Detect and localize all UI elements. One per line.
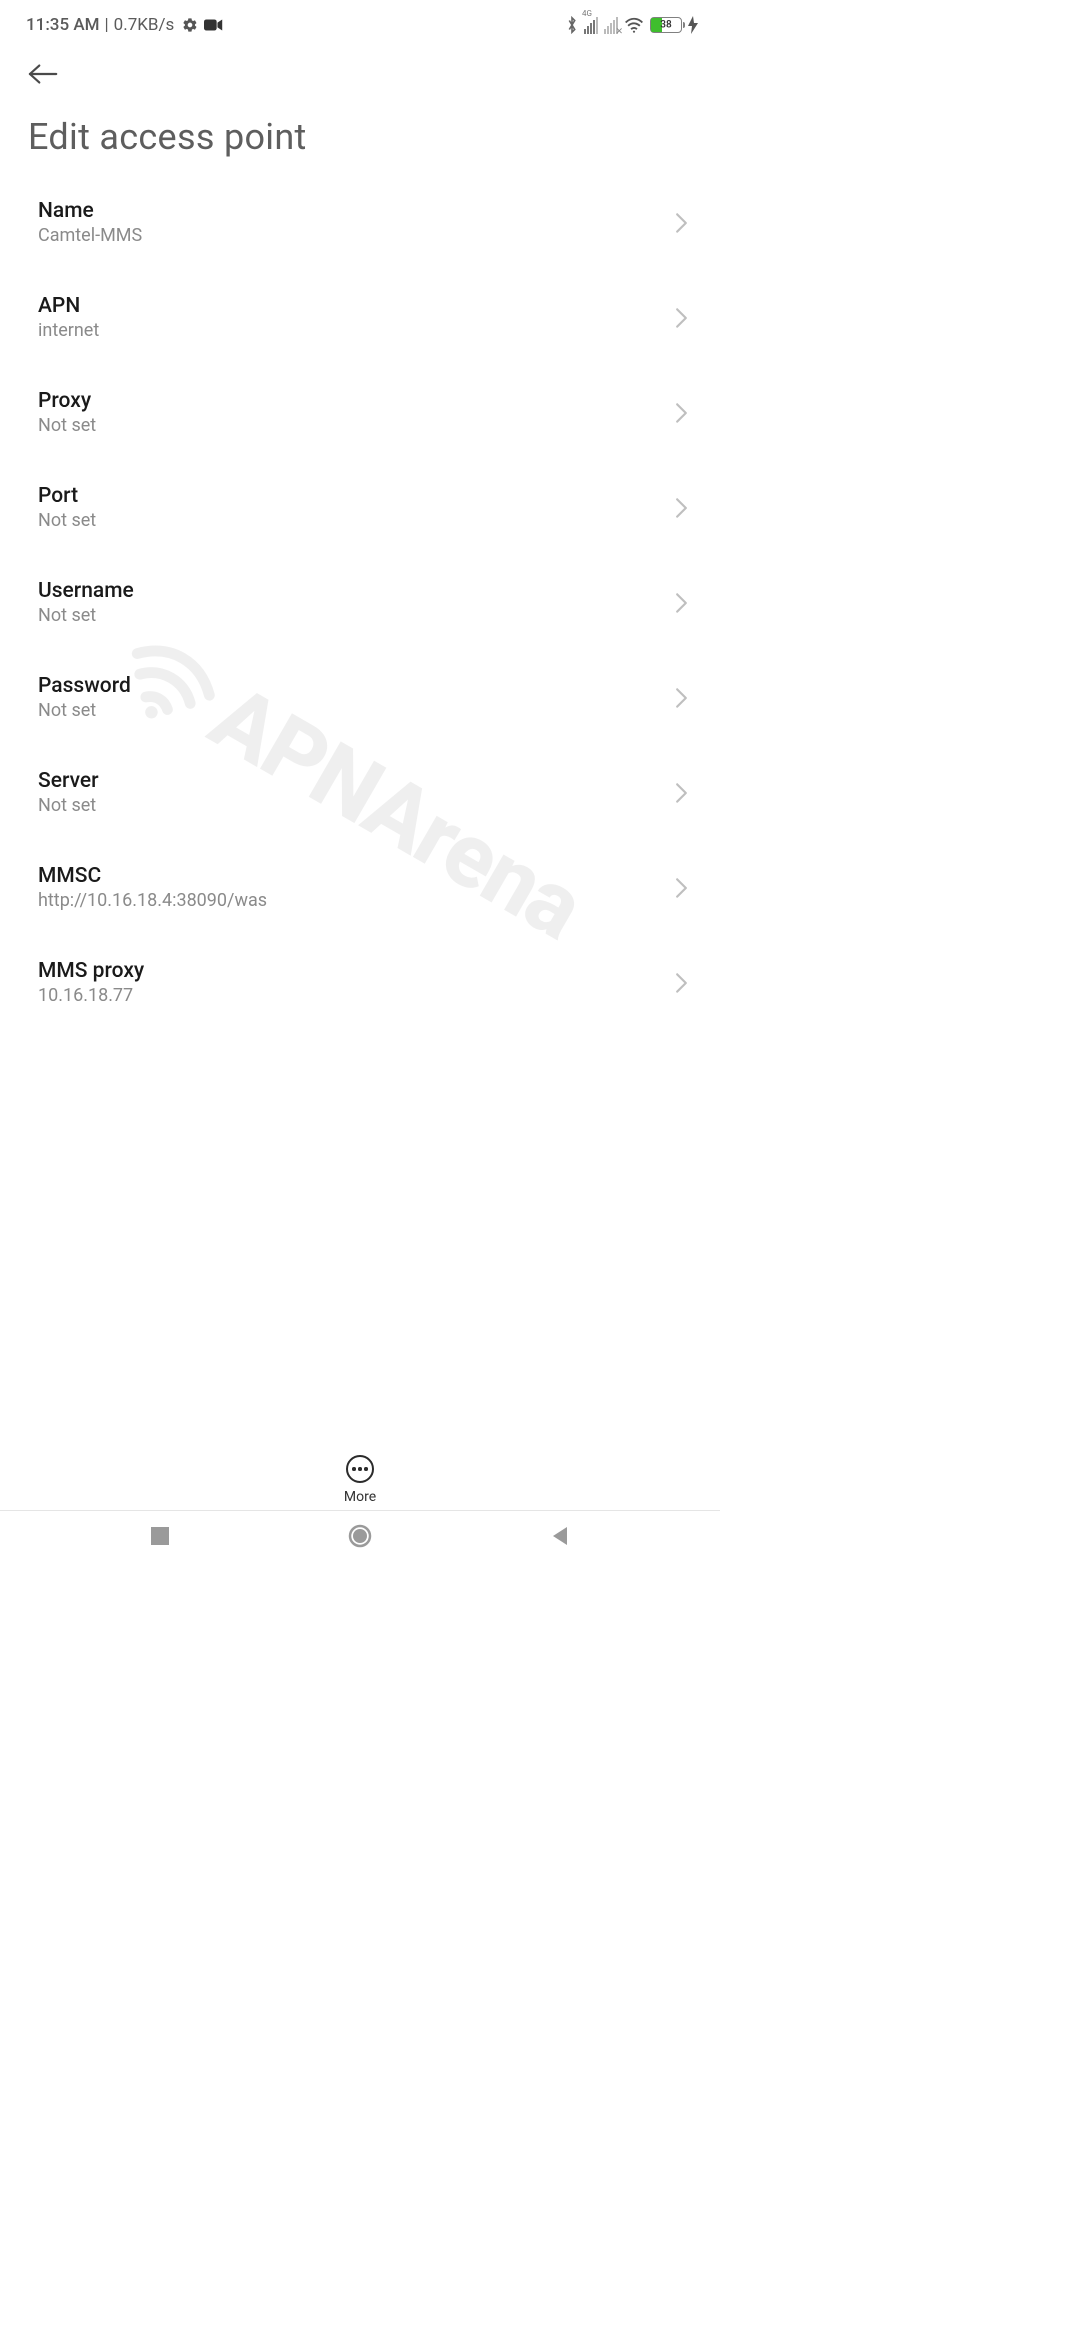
status-separator: | [105, 15, 109, 35]
chevron-right-icon [675, 497, 688, 519]
setting-value: internet [38, 320, 99, 341]
setting-value: Not set [38, 510, 96, 531]
setting-label: Password [38, 674, 131, 698]
chevron-right-icon [675, 307, 688, 329]
nav-home-button[interactable] [345, 1521, 375, 1551]
setting-text: Password Not set [38, 674, 131, 721]
setting-item-apn[interactable]: APN internet [0, 270, 720, 365]
wifi-icon [624, 17, 644, 33]
setting-value: 10.16.18.77 [38, 985, 144, 1006]
chevron-right-icon [675, 972, 688, 994]
header: Edit access point [0, 42, 720, 158]
setting-value: Not set [38, 795, 99, 816]
chevron-right-icon [675, 592, 688, 614]
chevron-right-icon [675, 212, 688, 234]
setting-value: Not set [38, 415, 96, 436]
status-bar: 11:35 AM | 0.7KB/s 4G ✕ [0, 0, 720, 42]
more-label: More [344, 1489, 376, 1505]
bluetooth-icon [566, 16, 578, 34]
more-action[interactable]: More [0, 1455, 720, 1505]
status-network-speed: 0.7KB/s [114, 15, 175, 35]
chevron-right-icon [675, 877, 688, 899]
settings-list: Name Camtel-MMS APN internet Proxy Not s… [0, 175, 720, 1030]
chevron-right-icon [675, 402, 688, 424]
setting-value: Camtel-MMS [38, 225, 142, 246]
status-right: 4G ✕ 38 [566, 16, 698, 34]
setting-text: APN internet [38, 294, 99, 341]
setting-item-name[interactable]: Name Camtel-MMS [0, 175, 720, 270]
setting-item-proxy[interactable]: Proxy Not set [0, 365, 720, 460]
square-icon [151, 1527, 169, 1545]
setting-item-password[interactable]: Password Not set [0, 650, 720, 745]
setting-label: Proxy [38, 389, 96, 413]
setting-item-port[interactable]: Port Not set [0, 460, 720, 555]
battery-icon: 38 [650, 17, 682, 33]
nav-back-button[interactable] [545, 1521, 575, 1551]
setting-text: Port Not set [38, 484, 96, 531]
setting-text: Username Not set [38, 579, 134, 626]
signal-no-sim-icon: ✕ [604, 17, 618, 34]
page-title: Edit access point [28, 116, 692, 158]
setting-label: MMSC [38, 864, 267, 888]
setting-text: Name Camtel-MMS [38, 199, 142, 246]
more-icon [346, 1455, 374, 1483]
arrow-left-icon [28, 63, 60, 85]
status-time: 11:35 AM [26, 15, 100, 35]
setting-value: Not set [38, 605, 134, 626]
chevron-right-icon [675, 782, 688, 804]
setting-text: MMSC http://10.16.18.4:38090/was [38, 864, 267, 911]
setting-item-server[interactable]: Server Not set [0, 745, 720, 840]
camera-icon [204, 18, 223, 32]
nav-recent-button[interactable] [145, 1521, 175, 1551]
setting-label: Server [38, 769, 99, 793]
triangle-left-icon [551, 1526, 569, 1546]
setting-value: http://10.16.18.4:38090/was [38, 890, 267, 911]
chevron-right-icon [675, 687, 688, 709]
settings-icon [182, 17, 198, 33]
charging-icon [688, 16, 698, 34]
setting-label: APN [38, 294, 99, 318]
circle-icon [348, 1524, 372, 1548]
setting-item-mms-proxy[interactable]: MMS proxy 10.16.18.77 [0, 935, 720, 1030]
signal-4g-icon: 4G [584, 17, 598, 34]
setting-text: Server Not set [38, 769, 99, 816]
navigation-bar [0, 1510, 720, 1560]
setting-item-username[interactable]: Username Not set [0, 555, 720, 650]
setting-label: MMS proxy [38, 959, 144, 983]
setting-text: MMS proxy 10.16.18.77 [38, 959, 144, 1006]
setting-text: Proxy Not set [38, 389, 96, 436]
status-left: 11:35 AM | 0.7KB/s [26, 15, 223, 35]
setting-label: Port [38, 484, 96, 508]
setting-value: Not set [38, 700, 131, 721]
setting-item-mmsc[interactable]: MMSC http://10.16.18.4:38090/was [0, 840, 720, 935]
setting-label: Username [38, 579, 134, 603]
setting-label: Name [38, 199, 142, 223]
back-button[interactable] [28, 52, 72, 96]
